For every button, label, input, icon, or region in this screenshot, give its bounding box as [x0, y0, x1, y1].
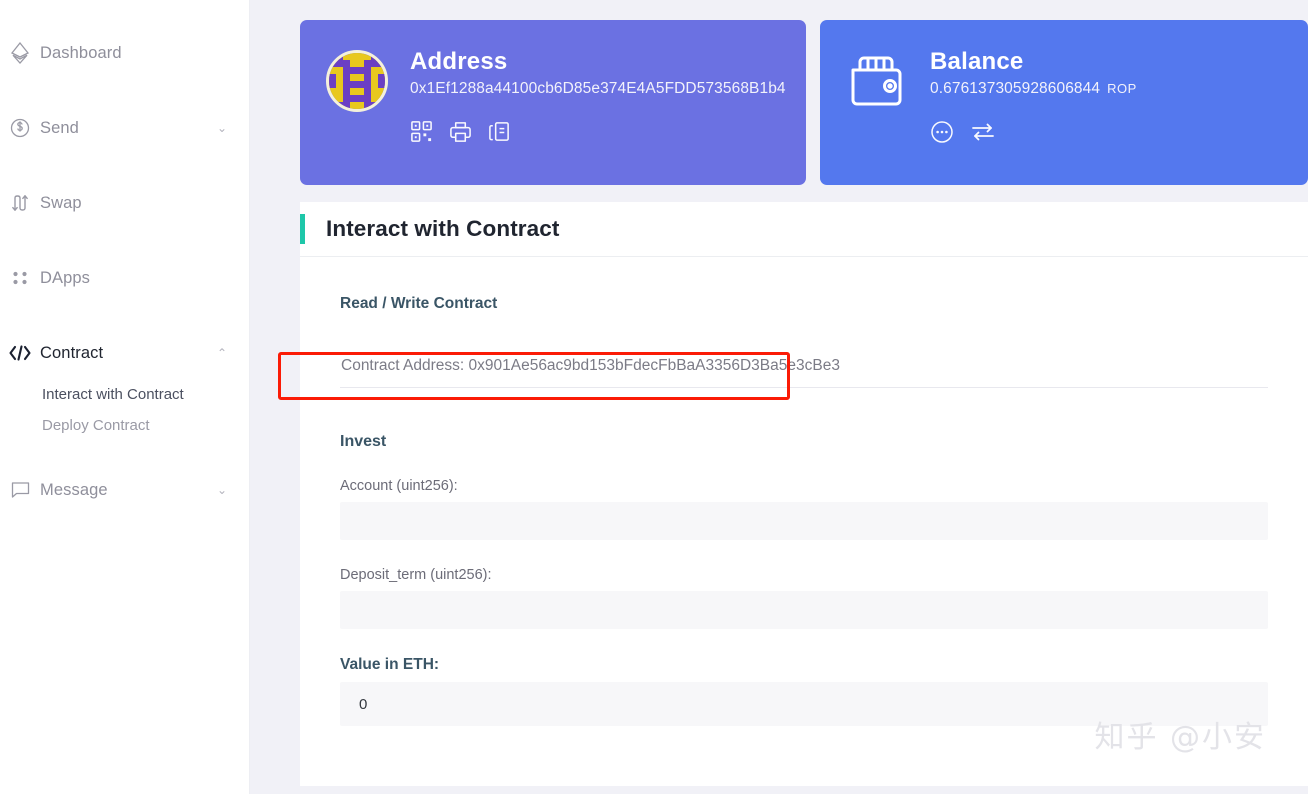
more-options-icon[interactable] — [930, 120, 954, 149]
balance-card: Balance 0.676137305928606844 ROP — [820, 20, 1308, 185]
exchange-arrows-icon[interactable] — [970, 120, 996, 149]
sidebar-item-dapps[interactable]: DApps — [0, 263, 249, 293]
balance-value-row: 0.676137305928606844 ROP — [930, 80, 1284, 98]
sidebar-item-label: Dashboard — [40, 44, 227, 63]
balance-card-body: Balance 0.676137305928606844 ROP — [930, 46, 1284, 149]
sidebar-item-label: Swap — [40, 194, 227, 213]
dapps-grid-icon — [0, 268, 40, 288]
deposit-term-input[interactable] — [340, 591, 1268, 629]
watermark: 知乎 @小安 — [1094, 712, 1266, 756]
account-input[interactable] — [340, 502, 1268, 540]
code-brackets-icon — [0, 344, 40, 362]
field-label-deposit-term: Deposit_term (uint256): — [340, 567, 1268, 583]
sidebar-item-label: Send — [40, 119, 217, 138]
sidebar-item-label: Contract — [40, 344, 217, 363]
balance-value: 0.676137305928606844 — [930, 80, 1100, 97]
balance-unit: ROP — [1107, 81, 1137, 96]
app-root: Dashboard Send ⌄ Swap — [0, 0, 1308, 794]
field-label-value-in-eth: Value in ETH: — [340, 656, 1268, 674]
sidebar-item-swap[interactable]: Swap — [0, 188, 249, 218]
address-value: 0x1Ef1288a44100cb6D85e374E4A5FDD573568B1… — [410, 80, 786, 98]
address-card: Address 0x1Ef1288a44100cb6D85e374E4A5FDD… — [300, 20, 806, 185]
read-write-contract-label: Read / Write Contract — [340, 295, 1268, 313]
sidebar-item-dashboard[interactable]: Dashboard — [0, 38, 249, 68]
main-content: Address 0x1Ef1288a44100cb6D85e374E4A5FDD… — [250, 0, 1308, 794]
summary-cards: Address 0x1Ef1288a44100cb6D85e374E4A5FDD… — [250, 0, 1308, 185]
message-bubble-icon — [0, 480, 40, 500]
field-account: Account (uint256): — [340, 478, 1268, 540]
interact-panel: Interact with Contract Read / Write Cont… — [300, 202, 1308, 794]
address-card-actions — [410, 120, 786, 148]
balance-card-title: Balance — [930, 48, 1284, 76]
sidebar-item-contract[interactable]: Contract ⌃ — [0, 338, 249, 368]
send-circle-icon — [0, 117, 40, 139]
panel-body: Read / Write Contract Contract Address: … — [300, 257, 1308, 726]
sidebar-item-label: Message — [40, 481, 217, 500]
wallet-icon — [846, 52, 908, 115]
contract-address-row: Contract Address: 0x901Ae56ac9bd153bFdec… — [340, 345, 1268, 388]
balance-card-actions — [930, 120, 1284, 149]
avatar — [326, 50, 388, 112]
sidebar-item-message[interactable]: Message ⌄ — [0, 475, 249, 505]
address-card-body: Address 0x1Ef1288a44100cb6D85e374E4A5FDD… — [410, 46, 786, 148]
swap-arrows-icon — [0, 193, 40, 213]
address-card-title: Address — [410, 48, 786, 76]
chevron-down-icon[interactable]: ⌄ — [217, 122, 227, 134]
field-deposit-term: Deposit_term (uint256): — [340, 567, 1268, 629]
bottom-strip — [250, 786, 1308, 794]
contract-address-input[interactable]: Contract Address: 0x901Ae56ac9bd153bFdec… — [340, 345, 1268, 388]
page-title: Interact with Contract — [326, 216, 559, 242]
sidebar-item-label: DApps — [40, 269, 227, 288]
accent-bar — [300, 214, 305, 244]
sidebar-item-deploy-contract[interactable]: Deploy Contract — [0, 410, 249, 441]
contract-subnav: Interact with Contract Deploy Contract — [0, 379, 249, 441]
print-icon[interactable] — [449, 120, 472, 148]
function-name-heading: Invest — [340, 433, 1268, 451]
sidebar: Dashboard Send ⌄ Swap — [0, 0, 250, 794]
chevron-up-icon[interactable]: ⌃ — [217, 347, 227, 359]
qr-code-icon[interactable] — [410, 120, 433, 148]
ethereum-diamond-icon — [0, 42, 40, 64]
chevron-down-icon[interactable]: ⌄ — [217, 484, 227, 496]
field-label-account: Account (uint256): — [340, 478, 1268, 494]
copy-icon[interactable] — [488, 120, 511, 148]
panel-header: Interact with Contract — [300, 202, 1308, 257]
sidebar-item-send[interactable]: Send ⌄ — [0, 113, 249, 143]
sidebar-item-interact-with-contract[interactable]: Interact with Contract — [0, 379, 249, 410]
